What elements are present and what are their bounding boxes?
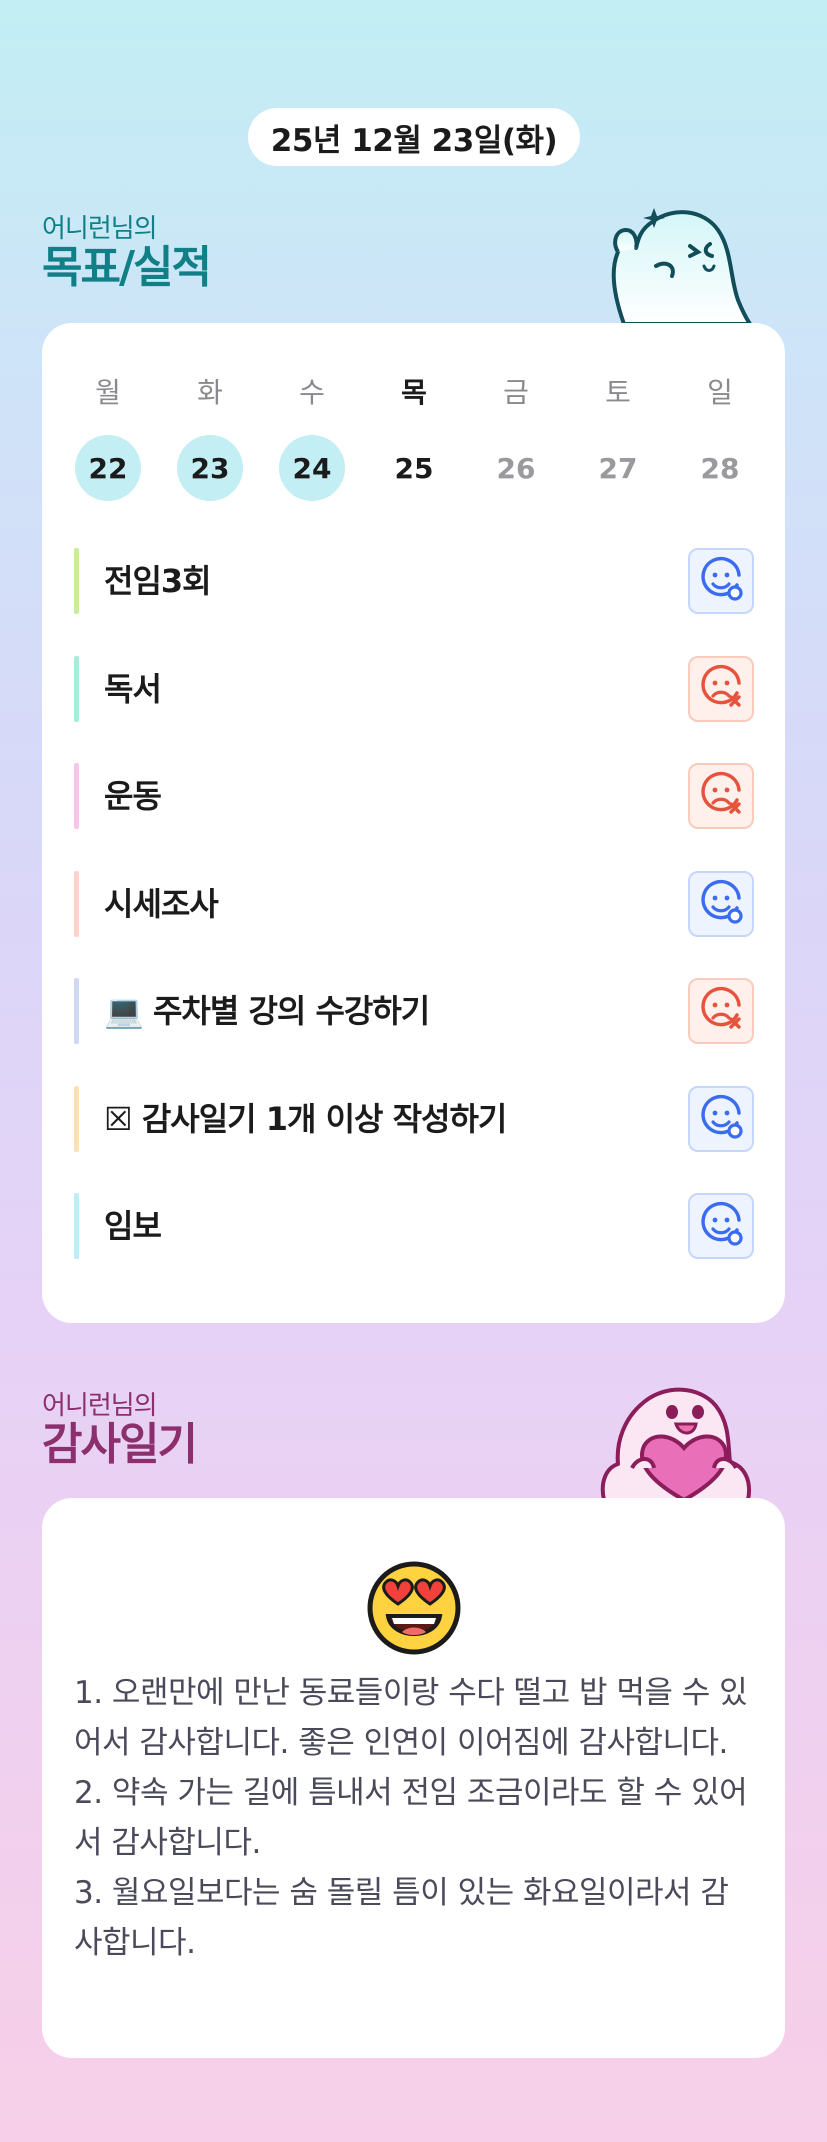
- weekday-label: 목: [401, 376, 427, 409]
- goals-section-title: 목표/실적: [42, 242, 212, 293]
- goal-success-button[interactable]: [688, 548, 754, 614]
- goal-row[interactable]: 전임3회: [74, 538, 754, 646]
- week-strip: 월 22 화 23 수 24 목 25 금 26 토 27 일 28: [74, 373, 754, 501]
- goal-fail-button[interactable]: [688, 978, 754, 1044]
- frown-x-icon: [697, 985, 745, 1037]
- heart-hugging-mascot-icon: [600, 1387, 751, 1500]
- goal-color-bar: [74, 763, 79, 829]
- goal-name: 전임3회: [104, 562, 212, 600]
- goal-color-bar: [74, 870, 79, 937]
- day-thu[interactable]: 목 25: [380, 373, 448, 501]
- weekday-label: 금: [503, 376, 529, 409]
- day-number: 23: [177, 435, 243, 501]
- frown-x-icon: [697, 770, 745, 822]
- gratitude-entry-2: 2. 약속 가는 길에 틈내서 전임 조금이라도 할 수 있어서 감사합니다.: [74, 1775, 748, 1861]
- goals-card: 월 22 화 23 수 24 목 25 금 26 토 27 일 28 전임3회독…: [42, 323, 785, 1323]
- day-number: 25: [394, 451, 434, 485]
- goal-row[interactable]: 💻 주차별 강의 수강하기: [74, 968, 754, 1076]
- day-tue[interactable]: 화 23: [176, 373, 244, 501]
- day-mon[interactable]: 월 22: [74, 373, 142, 501]
- smile-check-icon: [697, 1200, 745, 1252]
- smile-check-icon: [697, 878, 745, 930]
- gratitude-section-title: 감사일기: [42, 1419, 198, 1470]
- goal-name: 운동: [104, 777, 162, 815]
- gratitude-section-header: 어니런님의 감사일기: [42, 1385, 198, 1470]
- day-number: 22: [75, 435, 141, 501]
- date-pill[interactable]: 25년 12월 23일(화): [248, 108, 580, 166]
- goal-fail-button[interactable]: [688, 655, 754, 722]
- day-number: 24: [279, 435, 345, 501]
- gratitude-entry-1: 1. 오랜만에 만난 동료들이랑 수다 떨고 밥 먹을 수 있어서 감사합니다.…: [74, 1675, 748, 1761]
- frown-x-icon: [697, 663, 745, 715]
- weekday-label: 월: [95, 376, 121, 409]
- smile-check-icon: [697, 555, 745, 607]
- goal-color-bar: [74, 1193, 79, 1259]
- goal-name: ☒ 감사일기 1개 이상 작성하기: [104, 1099, 507, 1138]
- weekday-label: 화: [197, 376, 223, 409]
- day-fri[interactable]: 금 26: [482, 373, 550, 501]
- goal-name: 임보: [104, 1207, 162, 1245]
- waving-mascot-icon: [611, 208, 752, 324]
- weekday-label: 수: [299, 376, 325, 409]
- goal-name: 💻 주차별 강의 수강하기: [104, 992, 430, 1030]
- goal-list: 전임3회독서운동시세조사 💻 주차별 강의 수강하기 ☒ 감사일기 1개 이상 작성…: [74, 538, 754, 1291]
- heart-eyes-emoji-icon: [367, 1561, 461, 1655]
- gratitude-owner-label: 어니런님의: [42, 1391, 158, 1421]
- goal-color-bar: [74, 548, 79, 614]
- goal-color-bar: [74, 978, 79, 1044]
- day-number: 28: [700, 451, 740, 485]
- weekday-label: 일: [707, 376, 733, 409]
- day-sat[interactable]: 토 27: [584, 373, 652, 501]
- goals-section-header: 어니런님의 목표/실적: [42, 208, 212, 293]
- day-number: 26: [496, 451, 536, 485]
- goal-row[interactable]: 독서: [74, 646, 754, 754]
- goal-row[interactable]: 시세조사: [74, 861, 754, 969]
- goal-name: 독서: [104, 669, 162, 708]
- goal-success-button[interactable]: [688, 1193, 754, 1259]
- gratitude-entry-3: 3. 월요일보다는 숨 돌릴 틈이 있는 화요일이라서 감사합니다.: [74, 1875, 729, 1961]
- goal-color-bar: [74, 1085, 79, 1152]
- goal-row[interactable]: 운동: [74, 753, 754, 861]
- goals-owner-label: 어니런님의: [42, 214, 158, 244]
- day-number: 27: [598, 451, 638, 485]
- goal-color-bar: [74, 655, 79, 722]
- goal-row[interactable]: ☒ 감사일기 1개 이상 작성하기: [74, 1076, 754, 1184]
- gratitude-card: 1. 오랜만에 만난 동료들이랑 수다 떨고 밥 먹을 수 있어서 감사합니다.…: [42, 1498, 785, 2058]
- goal-row[interactable]: 임보: [74, 1183, 754, 1291]
- smile-check-icon: [697, 1093, 745, 1145]
- goal-fail-button[interactable]: [688, 763, 754, 829]
- goal-success-button[interactable]: [688, 870, 754, 937]
- goal-name: 시세조사: [104, 884, 219, 923]
- weekday-label: 토: [605, 376, 631, 409]
- goal-success-button[interactable]: [688, 1085, 754, 1152]
- day-wed[interactable]: 수 24: [278, 373, 346, 501]
- day-sun[interactable]: 일 28: [686, 373, 754, 501]
- gratitude-journal-text: 1. 오랜만에 만난 동료들이랑 수다 떨고 밥 먹을 수 있어서 감사합니다.…: [74, 1668, 754, 1968]
